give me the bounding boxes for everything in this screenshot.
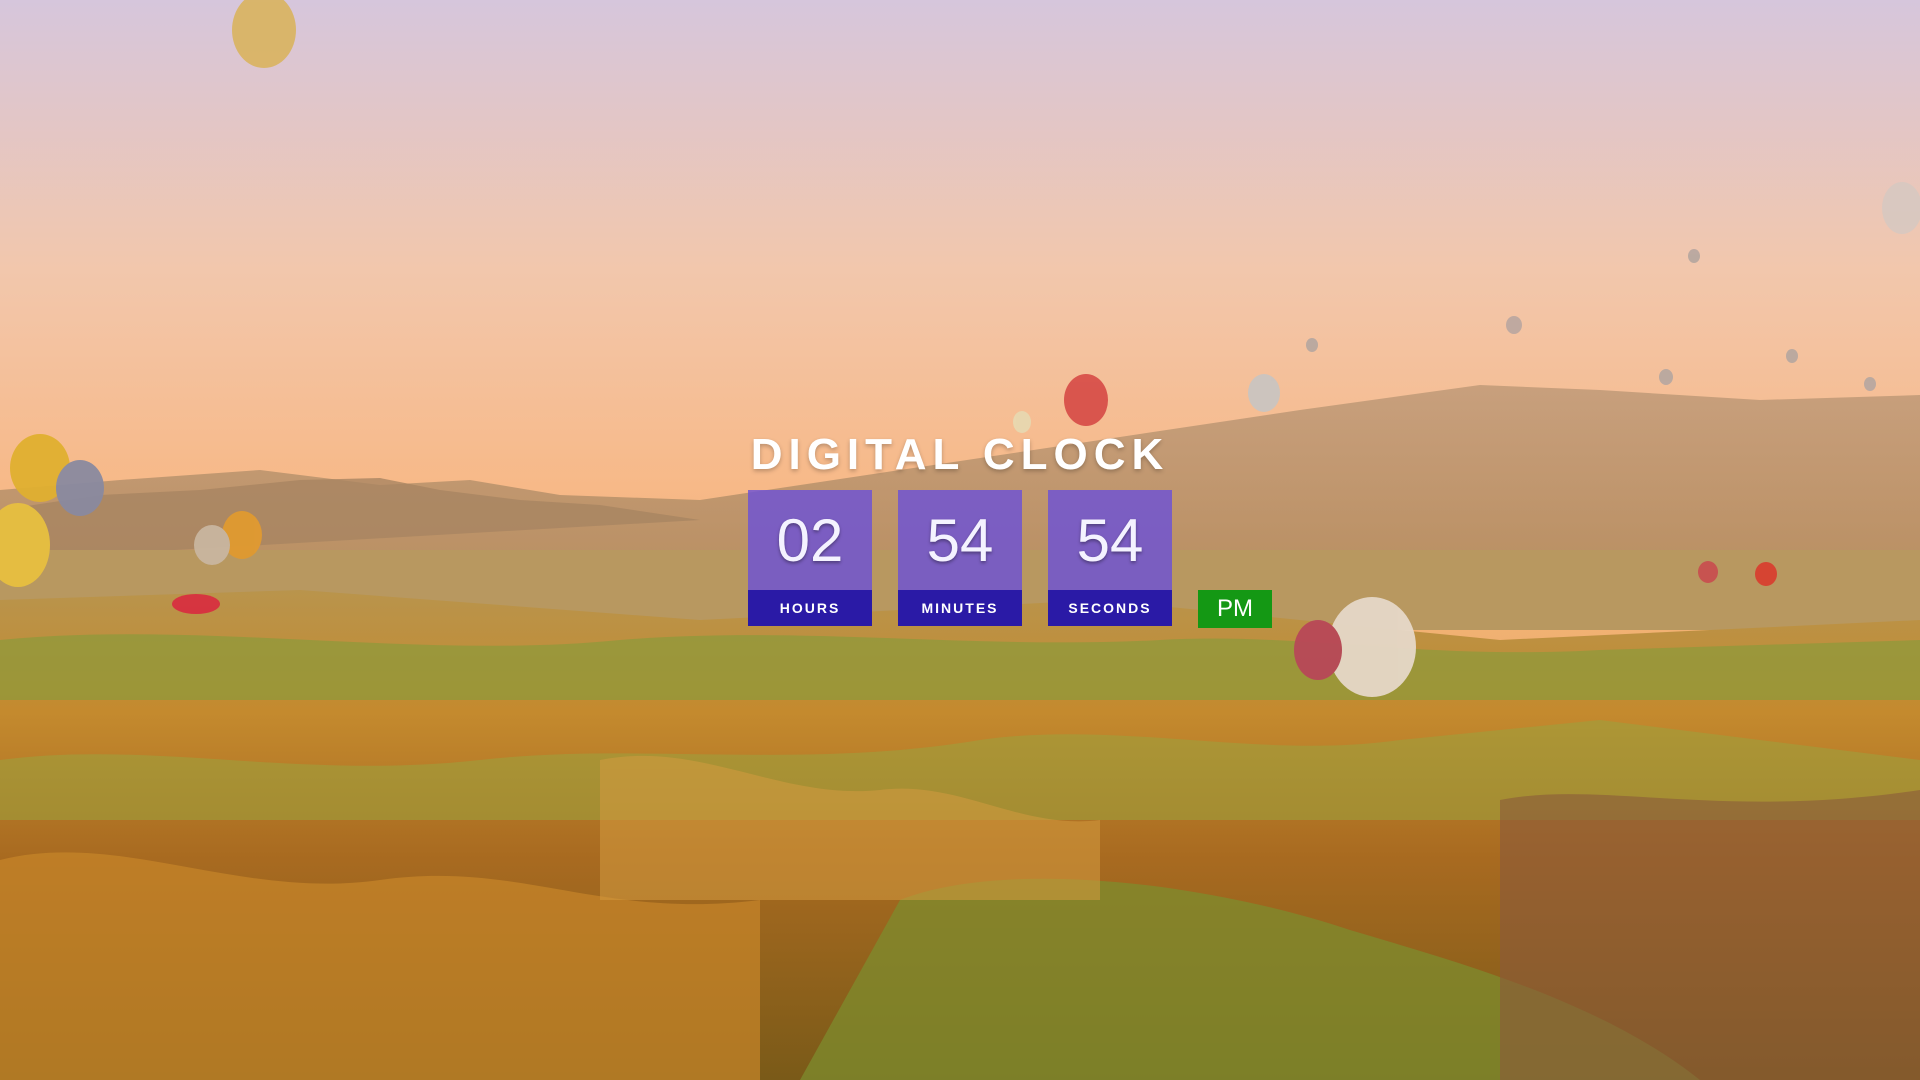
period-badge: PM [1198,590,1272,628]
seconds-unit: 54 SECONDS [1048,490,1172,626]
minutes-label: MINUTES [898,590,1022,626]
minutes-value: 54 [898,490,1022,590]
seconds-label: SECONDS [1048,590,1172,626]
minutes-unit: 54 MINUTES [898,490,1022,626]
hours-label: HOURS [748,590,872,626]
clock-row: 02 HOURS 54 MINUTES 54 SECONDS PM [748,490,1272,628]
hours-value: 02 [748,490,872,590]
hours-unit: 02 HOURS [748,490,872,626]
seconds-value: 54 [1048,490,1172,590]
digital-clock: DIGITAL CLOCK 02 HOURS 54 MINUTES 54 SEC… [0,430,1920,628]
clock-title: DIGITAL CLOCK [750,430,1170,479]
